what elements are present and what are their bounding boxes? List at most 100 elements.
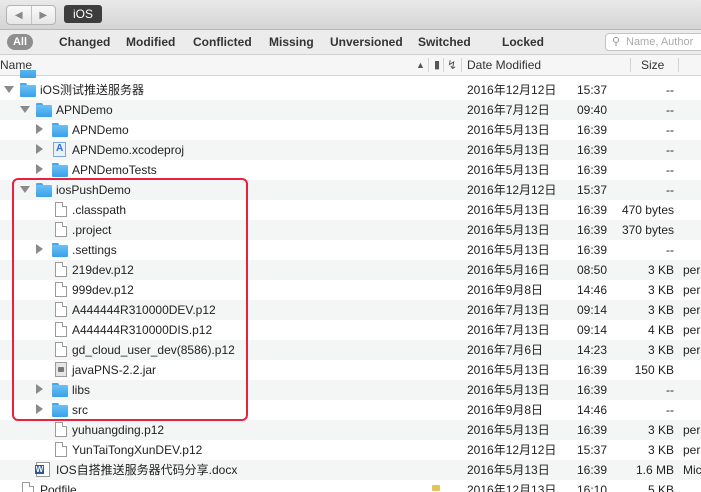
folder-icon — [52, 123, 68, 137]
navigation-buttons: ◀ ▶ — [6, 5, 56, 25]
row-date: 2016年5月16日 — [467, 263, 550, 277]
row-time: 14:46 — [577, 283, 608, 297]
row-time: 16:39 — [577, 243, 608, 257]
table-row[interactable]: Podfile 2016年12月13日 16:10 5 KB — [0, 480, 701, 492]
row-kind: Mic — [683, 463, 701, 477]
disclosure-expanded-icon[interactable] — [20, 106, 30, 113]
row-date: 2016年7月12日 — [467, 103, 550, 117]
table-row[interactable]: yuhuangding.p12 2016年5月13日 16:39 3 KB pe… — [0, 420, 701, 440]
row-kind: pers — [683, 263, 701, 277]
row-date: 2016年12月12日 — [467, 443, 557, 457]
row-size: -- — [666, 383, 674, 397]
row-size: 5 KB — [647, 483, 674, 492]
filter-changed[interactable]: Changed — [59, 34, 110, 50]
row-date: 2016年5月13日 — [467, 463, 550, 477]
table-row[interactable]: YunTaiTongXunDEV.p12 2016年12月12日 15:37 3… — [0, 440, 701, 460]
row-size: 3 KB — [647, 283, 674, 297]
modified-status-icon — [432, 485, 440, 491]
xcode-project-icon — [53, 142, 66, 157]
table-row[interactable]: APNDemoTests 2016年5月13日 16:39 -- — [0, 160, 701, 180]
table-row[interactable]: APNDemo.xcodeproj 2016年5月13日 16:39 -- — [0, 140, 701, 160]
row-size: 3 KB — [647, 423, 674, 437]
disclosure-expanded-icon[interactable] — [4, 86, 14, 93]
row-date: 2016年9月8日 — [467, 403, 544, 417]
table-row[interactable] — [0, 70, 701, 80]
filter-conflicted[interactable]: Conflicted — [193, 34, 252, 50]
filter-locked[interactable]: Locked — [502, 34, 544, 50]
filter-bar: All Changed Modified Conflicted Missing … — [0, 30, 701, 55]
row-date: 2016年7月13日 — [467, 323, 550, 337]
word-document-icon — [35, 462, 50, 477]
disclosure-collapsed-icon[interactable] — [36, 124, 43, 134]
row-date: 2016年5月13日 — [467, 203, 550, 217]
row-time: 09:14 — [577, 323, 608, 337]
row-kind: pers — [683, 303, 701, 317]
row-size: -- — [666, 143, 674, 157]
row-name: Podfile — [40, 483, 77, 492]
row-size: -- — [666, 123, 674, 137]
row-date: 2016年5月13日 — [467, 423, 550, 437]
table-row[interactable]: IOS自搭推送服务器代码分享.docx 2016年5月13日 16:39 1.6… — [0, 460, 701, 480]
row-time: 16:10 — [577, 483, 608, 492]
folder-icon — [52, 163, 68, 177]
row-time: 15:37 — [577, 83, 608, 97]
row-date: 2016年12月12日 — [467, 83, 557, 97]
row-date: 2016年9月8日 — [467, 283, 544, 297]
table-row[interactable]: APNDemo 2016年7月12日 09:40 -- — [0, 100, 701, 120]
row-size: 470 bytes — [621, 203, 674, 217]
row-date: 2016年5月13日 — [467, 123, 550, 137]
search-input[interactable] — [626, 35, 701, 49]
row-kind: pers — [683, 323, 701, 337]
row-time: 14:46 — [577, 403, 608, 417]
disclosure-collapsed-icon[interactable] — [36, 144, 43, 154]
row-kind: pers — [683, 343, 701, 357]
row-name: APNDemo — [56, 103, 113, 117]
row-name: IOS自搭推送服务器代码分享.docx — [56, 463, 238, 477]
row-date: 2016年7月6日 — [467, 343, 544, 357]
disclosure-collapsed-icon[interactable] — [36, 164, 43, 174]
row-name: yuhuangding.p12 — [72, 423, 165, 437]
row-size: 3 KB — [647, 263, 674, 277]
document-icon — [55, 442, 67, 457]
search-field[interactable]: ⚲ — [605, 33, 701, 51]
document-icon — [22, 482, 34, 492]
table-row[interactable]: APNDemo 2016年5月13日 16:39 -- — [0, 120, 701, 140]
row-name: APNDemo — [72, 123, 129, 137]
row-date: 2016年7月13日 — [467, 303, 550, 317]
row-time: 16:39 — [577, 123, 608, 137]
row-time: 16:39 — [577, 463, 608, 477]
toolbar: ◀ ▶ iOS — [0, 0, 701, 30]
forward-arrow-icon: ▶ — [39, 9, 48, 21]
row-time: 14:23 — [577, 343, 608, 357]
row-size: 370 bytes — [621, 223, 674, 237]
row-name: APNDemoTests — [72, 163, 157, 177]
row-time: 08:50 — [577, 263, 608, 277]
forward-button[interactable]: ▶ — [30, 6, 56, 24]
highlight-annotation — [12, 178, 248, 421]
filter-all[interactable]: All — [7, 34, 33, 50]
row-date: 2016年5月13日 — [467, 163, 550, 177]
row-kind: pers — [683, 283, 701, 297]
row-time: 16:39 — [577, 383, 608, 397]
path-breadcrumb[interactable]: iOS — [64, 5, 103, 23]
row-size: -- — [666, 243, 674, 257]
row-size: 3 KB — [647, 303, 674, 317]
search-icon: ⚲ — [612, 36, 621, 48]
back-button[interactable]: ◀ — [7, 6, 31, 24]
row-size: -- — [666, 183, 674, 197]
folder-icon — [36, 103, 52, 117]
document-icon — [55, 422, 67, 437]
row-name: YunTaiTongXunDEV.p12 — [72, 443, 203, 457]
row-size: 3 KB — [647, 443, 674, 457]
row-date: 2016年5月13日 — [467, 223, 550, 237]
row-time: 16:39 — [577, 363, 608, 377]
row-size: 1.6 MB — [635, 463, 674, 477]
filter-missing[interactable]: Missing — [269, 34, 314, 50]
table-row[interactable]: iOS测试推送服务器 2016年12月12日 15:37 -- — [0, 80, 701, 100]
filter-modified[interactable]: Modified — [126, 34, 175, 50]
filter-switched[interactable]: Switched — [418, 34, 471, 50]
row-size: -- — [666, 83, 674, 97]
row-size: 3 KB — [647, 343, 674, 357]
row-time: 09:14 — [577, 303, 608, 317]
filter-unversioned[interactable]: Unversioned — [330, 34, 403, 50]
